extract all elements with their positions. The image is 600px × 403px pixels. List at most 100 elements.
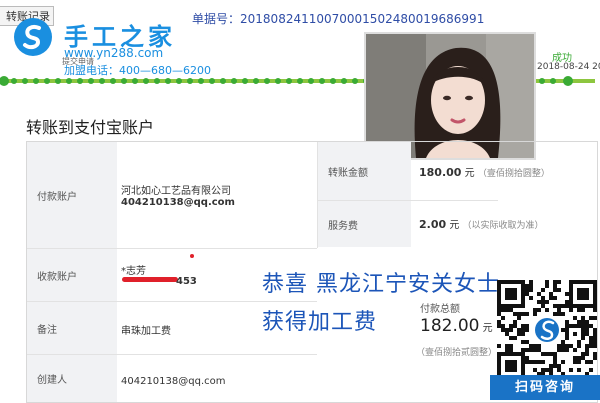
qr-module bbox=[521, 348, 525, 352]
qr-module bbox=[537, 292, 541, 296]
progress-dot bbox=[319, 78, 325, 84]
qr-module bbox=[529, 360, 533, 364]
qr-module bbox=[545, 308, 549, 312]
qr-module bbox=[585, 296, 589, 300]
payer-company: 河北如心工艺品有限公司 bbox=[121, 186, 231, 197]
progress-dot bbox=[22, 78, 28, 84]
qr-module bbox=[581, 296, 585, 300]
qr-module bbox=[521, 360, 525, 364]
qr-module bbox=[505, 304, 509, 308]
qr-module bbox=[517, 328, 521, 332]
qr-module bbox=[593, 304, 597, 308]
qr-module bbox=[497, 320, 501, 324]
qr-module bbox=[565, 320, 569, 324]
qr-module bbox=[569, 288, 573, 292]
qr-module bbox=[565, 336, 569, 340]
progress-dot bbox=[264, 78, 270, 84]
qr-code[interactable] bbox=[497, 280, 597, 380]
qr-module bbox=[593, 308, 597, 312]
qr-module bbox=[577, 280, 581, 284]
progress-dot bbox=[44, 78, 50, 84]
qr-module bbox=[505, 344, 509, 348]
qr-module bbox=[593, 340, 597, 344]
progress-dot bbox=[110, 78, 116, 84]
qr-module bbox=[537, 344, 541, 348]
qr-module bbox=[573, 324, 577, 328]
qr-module bbox=[497, 344, 501, 348]
progress-dot bbox=[550, 78, 556, 84]
qr-module bbox=[549, 364, 553, 368]
progress-dot bbox=[143, 78, 149, 84]
qr-module bbox=[577, 308, 581, 312]
progress-dot bbox=[121, 78, 127, 84]
qr-module bbox=[505, 332, 509, 336]
qr-module bbox=[561, 340, 565, 344]
qr-module bbox=[533, 312, 537, 316]
qr-module bbox=[569, 304, 573, 308]
progress-step-submit: 提交申请 bbox=[62, 57, 94, 66]
qr-module bbox=[561, 348, 565, 352]
qr-module bbox=[569, 284, 573, 288]
qr-module bbox=[505, 328, 509, 332]
qr-module bbox=[581, 336, 585, 340]
qr-module bbox=[537, 300, 541, 304]
qr-module bbox=[569, 296, 573, 300]
progress-dot bbox=[55, 78, 61, 84]
qr-module bbox=[501, 304, 505, 308]
qr-module bbox=[497, 364, 501, 368]
qr-module bbox=[509, 324, 513, 328]
qr-module bbox=[593, 284, 597, 288]
total-words: （壹佰捌拾贰圆整） bbox=[416, 348, 498, 358]
progress-dot bbox=[539, 78, 545, 84]
progress-end-dot bbox=[563, 76, 573, 86]
qr-module bbox=[589, 316, 593, 320]
qr-module bbox=[513, 292, 517, 296]
qr-module bbox=[593, 328, 597, 332]
qr-module bbox=[525, 324, 529, 328]
qr-module bbox=[573, 280, 577, 284]
qr-module bbox=[557, 280, 561, 284]
qr-module bbox=[545, 284, 549, 288]
qr-module bbox=[581, 328, 585, 332]
qr-module bbox=[521, 292, 525, 296]
qr-module bbox=[529, 288, 533, 292]
note-label: 备注 bbox=[27, 302, 117, 354]
qr-module bbox=[533, 308, 537, 312]
promo-line-2: 获得加工费 bbox=[262, 310, 378, 335]
progress-dot bbox=[99, 78, 105, 84]
qr-module bbox=[517, 312, 521, 316]
qr-module bbox=[497, 304, 501, 308]
qr-module bbox=[585, 292, 589, 296]
qr-module bbox=[553, 364, 557, 368]
qr-module bbox=[577, 340, 581, 344]
qr-module bbox=[549, 296, 553, 300]
qr-module bbox=[585, 344, 589, 348]
qr-module bbox=[501, 352, 505, 356]
qr-module bbox=[513, 364, 517, 368]
fee-value: 2.00 bbox=[419, 218, 447, 231]
qr-module bbox=[513, 296, 517, 300]
progress-dot bbox=[352, 78, 358, 84]
progress-dot bbox=[176, 78, 182, 84]
progress-dot bbox=[341, 78, 347, 84]
qr-module bbox=[521, 340, 525, 344]
scan-consult-button[interactable]: 扫码咨询 bbox=[490, 375, 600, 400]
qr-module bbox=[585, 352, 589, 356]
qr-module bbox=[525, 292, 529, 296]
qr-module bbox=[529, 344, 533, 348]
qr-module bbox=[529, 348, 533, 352]
qr-module bbox=[509, 292, 513, 296]
qr-module bbox=[585, 280, 589, 284]
progress-dot bbox=[198, 78, 204, 84]
qr-module bbox=[585, 304, 589, 308]
qr-module bbox=[521, 312, 525, 316]
qr-module bbox=[505, 352, 509, 356]
qr-module bbox=[549, 368, 553, 372]
qr-module bbox=[529, 280, 533, 284]
progress-dot bbox=[286, 78, 292, 84]
qr-module bbox=[565, 332, 569, 336]
qr-module bbox=[557, 288, 561, 292]
qr-module bbox=[577, 288, 581, 292]
qr-module bbox=[589, 368, 593, 372]
progress-dot bbox=[11, 78, 17, 84]
